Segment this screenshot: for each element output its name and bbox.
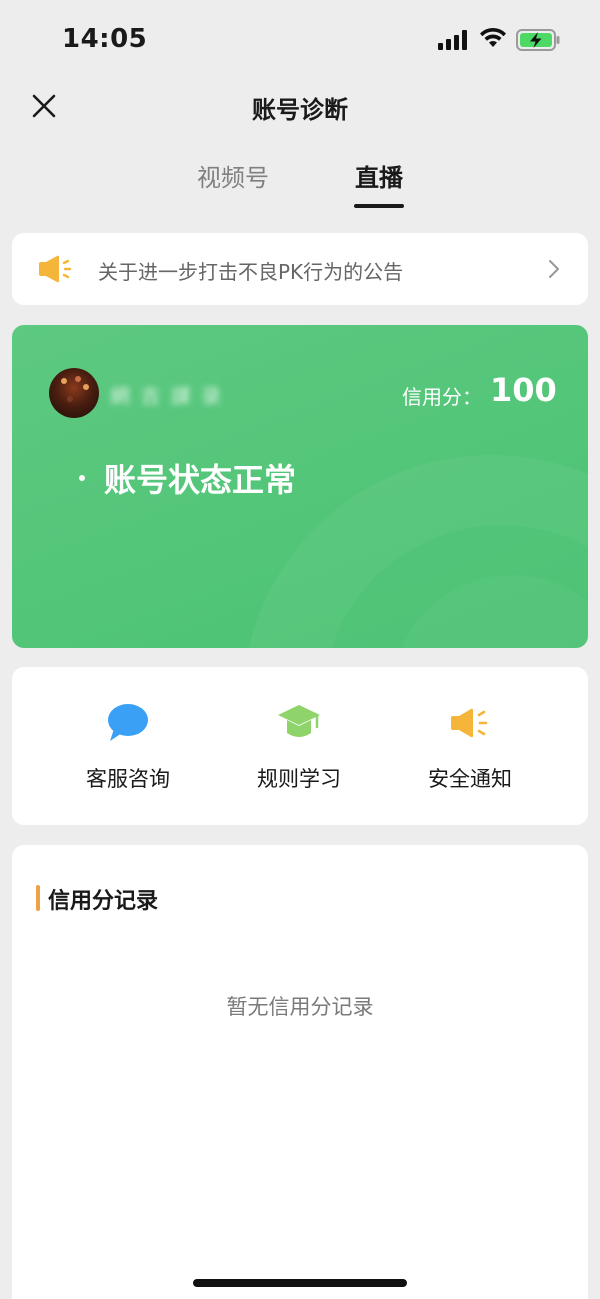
avatar[interactable] xyxy=(49,368,99,418)
page-title: 账号诊断 xyxy=(252,96,348,124)
account-status-card: 網 吉 課 录 信用分： 100 账号状态正常 xyxy=(12,325,588,648)
tab-active-indicator xyxy=(354,204,404,208)
section-title: 信用分记录 xyxy=(48,889,159,914)
signal-icon xyxy=(438,30,467,50)
tab-bar: 视频号 直播 xyxy=(0,150,600,210)
username: 網 吉 課 录 xyxy=(110,384,224,408)
tab-video[interactable]: 视频号 xyxy=(178,158,288,193)
empty-state-text: 暂无信用分记录 xyxy=(226,995,374,1019)
graduation-cap-icon xyxy=(278,705,320,737)
status-time: 14:05 xyxy=(62,24,148,54)
section-accent-bar xyxy=(36,885,40,911)
account-status-text: 账号状态正常 xyxy=(104,461,297,499)
credit-score-label: 信用分： xyxy=(402,385,482,409)
bullet-icon xyxy=(79,475,85,481)
chat-bubble-icon xyxy=(108,704,148,741)
notice-text: 关于进一步打击不良PK行为的公告 xyxy=(98,260,404,284)
customer-service-button[interactable]: 客服咨询 xyxy=(43,667,213,825)
wifi-icon xyxy=(480,27,506,47)
nav-bar: 账号诊断 xyxy=(0,80,600,136)
credit-record-section: 信用分记录 暂无信用分记录 xyxy=(12,845,588,1299)
shortcut-label: 安全通知 xyxy=(428,767,512,791)
megaphone-icon xyxy=(451,708,488,738)
notice-banner[interactable]: 关于进一步打击不良PK行为的公告 xyxy=(12,233,588,305)
rules-learning-button[interactable]: 规则学习 xyxy=(214,667,384,825)
shortcut-label: 规则学习 xyxy=(257,767,341,791)
megaphone-icon xyxy=(39,255,72,283)
shortcut-label: 客服咨询 xyxy=(86,767,170,791)
shortcut-panel: 客服咨询 规则学习 安全通知 xyxy=(12,667,588,825)
status-bar: 14:05 xyxy=(0,0,600,80)
battery-charging-icon xyxy=(516,29,560,51)
credit-score-value: 100 xyxy=(490,371,557,409)
home-indicator[interactable] xyxy=(193,1279,407,1287)
security-notice-button[interactable]: 安全通知 xyxy=(385,667,555,825)
chevron-right-icon xyxy=(549,260,559,278)
tab-live[interactable]: 直播 xyxy=(324,158,434,193)
